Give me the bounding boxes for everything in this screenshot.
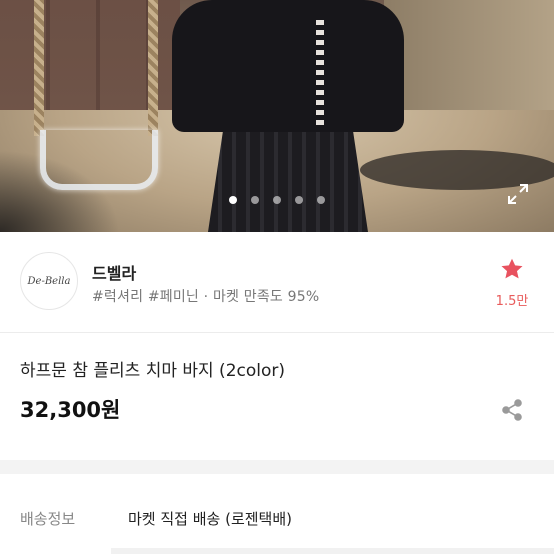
share-icon: [502, 399, 522, 421]
carousel-dot[interactable]: [229, 196, 237, 204]
model-skirt: [208, 124, 368, 232]
carousel-dot[interactable]: [273, 196, 281, 204]
product-price: 32,300원: [20, 398, 121, 422]
shipping-label: 배송정보: [20, 510, 76, 528]
next-section-hint: [0, 548, 554, 554]
model-top: [172, 0, 404, 132]
background-wall-right: [384, 0, 554, 110]
shop-info[interactable]: De-Bella 드벨라 #럭셔리 #페미닌 · 마켓 만족도 95% 1.5만: [0, 232, 554, 332]
swing-rope-left: [34, 0, 44, 136]
favorite-count: 1.5만: [495, 294, 529, 309]
carousel-dot[interactable]: [251, 196, 259, 204]
swing-rope-right: [148, 0, 158, 136]
product-image-carousel[interactable]: [0, 0, 554, 232]
shop-tags: #럭셔리 #페미닌 · 마켓 만족도 95%: [92, 289, 320, 305]
shipping-value: 마켓 직접 배송 (로젠택배): [128, 510, 293, 528]
top-embroidery: [316, 20, 324, 130]
carousel-indicator: [0, 196, 554, 204]
shop-logo-text: De-Bella: [27, 275, 71, 287]
shop-logo[interactable]: De-Bella: [20, 252, 78, 310]
carousel-dot[interactable]: [295, 196, 303, 204]
favorite-button[interactable]: 1.5만: [490, 256, 534, 309]
expand-button[interactable]: [500, 176, 536, 212]
swing-seat: [40, 130, 158, 190]
carousel-dot[interactable]: [317, 196, 325, 204]
product-title: 하프문 참 플리츠 치마 바지 (2color): [20, 361, 286, 381]
shop-name[interactable]: 드벨라: [92, 260, 136, 284]
section-gap: [0, 460, 554, 474]
star-icon: [501, 258, 523, 279]
share-button[interactable]: [500, 398, 524, 422]
section-divider: [0, 332, 554, 333]
